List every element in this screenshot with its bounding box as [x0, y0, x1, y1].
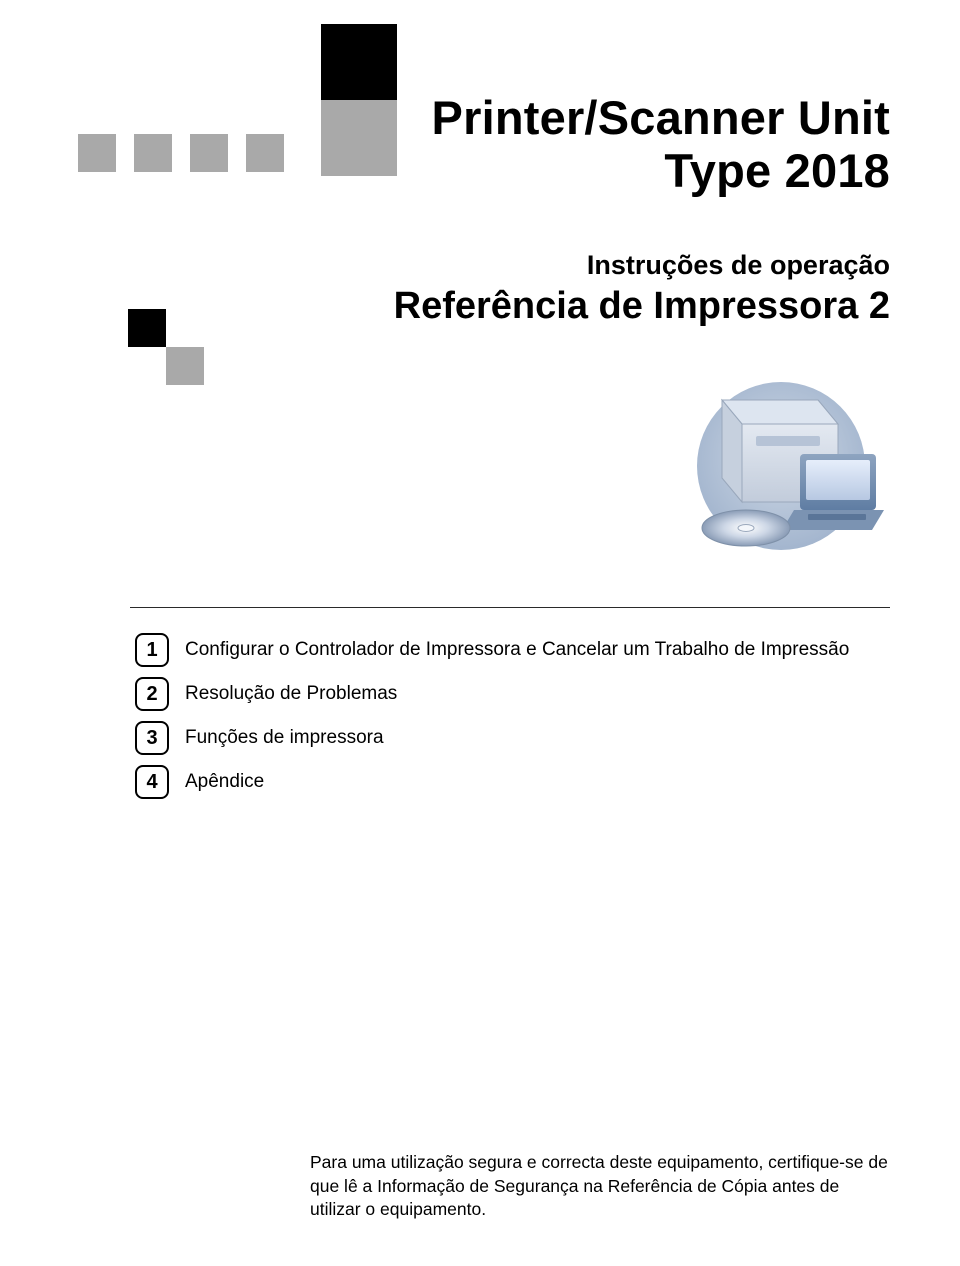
toc-number-badge: 4	[135, 765, 169, 799]
toc-label: Configurar o Controlador de Impressora e…	[185, 639, 849, 661]
toc-item: 1 Configurar o Controlador de Impressora…	[135, 628, 849, 672]
toc-label: Funções de impressora	[185, 727, 384, 749]
toc-item: 3 Funções de impressora	[135, 716, 849, 760]
decor-square	[166, 347, 204, 385]
printer-illustration	[660, 380, 890, 560]
toc: 1 Configurar o Controlador de Impressora…	[135, 628, 849, 804]
decor-square	[78, 134, 116, 172]
toc-item: 2 Resolução de Problemas	[135, 672, 849, 716]
subtitle-large: Referência de Impressora 2	[394, 285, 890, 328]
cover-page: Printer/Scanner Unit Type 2018 Instruçõe…	[0, 0, 960, 1266]
decor-square	[134, 134, 172, 172]
toc-number-badge: 1	[135, 633, 169, 667]
toc-number-badge: 2	[135, 677, 169, 711]
toc-item: 4 Apêndice	[135, 760, 849, 804]
decor-square	[321, 24, 397, 100]
decor-square	[246, 134, 284, 172]
toc-number-badge: 3	[135, 721, 169, 755]
divider	[130, 607, 890, 608]
decor-square	[128, 309, 166, 347]
title-block: Printer/Scanner Unit Type 2018	[432, 92, 890, 197]
decor-square	[190, 134, 228, 172]
subtitle-block: Instruções de operação Referência de Imp…	[394, 250, 890, 328]
toc-label: Resolução de Problemas	[185, 683, 397, 705]
subtitle-small: Instruções de operação	[394, 250, 890, 281]
title-line-2: Type 2018	[432, 145, 890, 198]
title-line-1: Printer/Scanner Unit	[432, 92, 890, 145]
toc-label: Apêndice	[185, 771, 264, 793]
footer-note: Para uma utilização segura e correcta de…	[310, 1151, 890, 1222]
decor-square	[321, 100, 397, 176]
